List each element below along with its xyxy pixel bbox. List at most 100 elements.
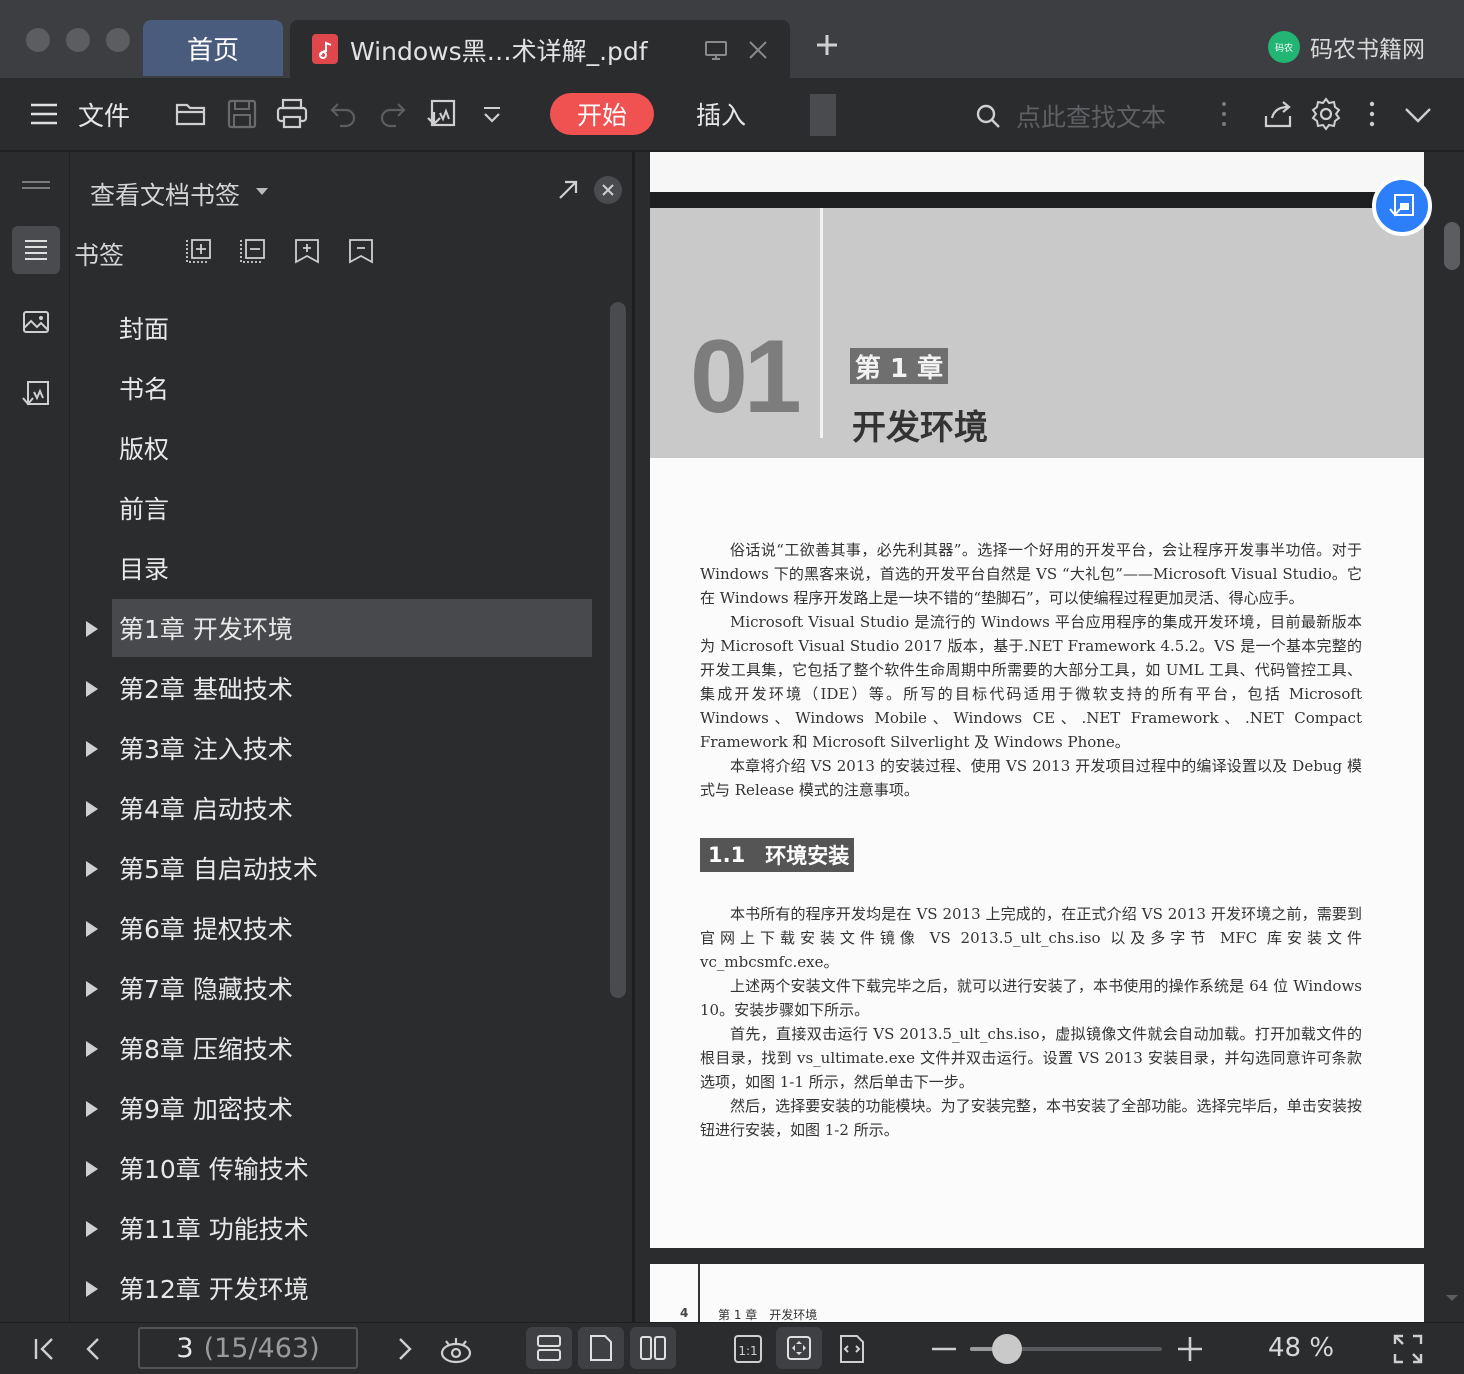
- bookmark-item[interactable]: 第12章 开发环境: [112, 1259, 592, 1317]
- redo-icon[interactable]: [374, 96, 410, 132]
- next-page-icon[interactable]: [386, 1331, 422, 1367]
- two-page-view-button[interactable]: [630, 1327, 676, 1369]
- main-toolbar: 文件 开始 插入 点此查找文本: [0, 78, 1464, 152]
- actual-size-icon[interactable]: 1:1: [730, 1331, 766, 1367]
- share-icon[interactable]: [1260, 96, 1296, 132]
- fullscreen-icon[interactable]: [1390, 1331, 1426, 1367]
- pdf-file-icon: [312, 34, 338, 64]
- bookmark-item[interactable]: 第10章 传输技术: [112, 1139, 592, 1197]
- expand-all-icon[interactable]: [184, 236, 214, 266]
- bookmark-item-label: 目录: [119, 555, 170, 584]
- save-icon[interactable]: [224, 96, 260, 132]
- close-tab-icon[interactable]: [746, 38, 770, 62]
- bookmark-item[interactable]: 目录: [112, 539, 592, 597]
- bookmark-item-label: 第11章 功能技术: [119, 1215, 309, 1244]
- single-page-view-button[interactable]: [578, 1327, 624, 1369]
- page-number-field[interactable]: 3 (15/463): [138, 1327, 358, 1369]
- export-icon[interactable]: [424, 96, 460, 132]
- bookmark-item[interactable]: 第11章 功能技术: [112, 1199, 592, 1257]
- bookmark-item[interactable]: 第9章 加密技术: [112, 1079, 592, 1137]
- bookmark-item[interactable]: 第4章 启动技术: [112, 779, 592, 837]
- chevron-down-icon[interactable]: [1400, 96, 1436, 132]
- continuous-view-button[interactable]: [526, 1327, 572, 1369]
- monitor-icon[interactable]: [704, 38, 728, 62]
- first-page-icon[interactable]: [26, 1331, 62, 1367]
- expand-arrow-icon[interactable]: [86, 1041, 98, 1057]
- scroll-down-arrow-icon[interactable]: [1444, 1292, 1460, 1304]
- close-panel-icon[interactable]: [594, 176, 622, 204]
- bookmark-item[interactable]: 第6章 提权技术: [112, 899, 592, 957]
- bookmark-item[interactable]: 第8章 压缩技术: [112, 1019, 592, 1077]
- expand-arrow-icon[interactable]: [86, 681, 98, 697]
- bookmark-item[interactable]: 第7章 隐藏技术: [112, 959, 592, 1017]
- expand-arrow-icon[interactable]: [86, 621, 98, 637]
- tab-document[interactable]: Windows黑…术详解_.pdf: [290, 20, 790, 78]
- bookmarks-list-icon[interactable]: [12, 226, 60, 274]
- export-pages-icon[interactable]: [12, 370, 60, 418]
- zoom-level[interactable]: 48 %: [1268, 1333, 1334, 1363]
- previous-page-icon[interactable]: [76, 1331, 112, 1367]
- fit-width-icon[interactable]: [834, 1331, 870, 1367]
- more-dropdown-icon[interactable]: [474, 96, 510, 132]
- popout-arrow-icon[interactable]: [556, 178, 580, 202]
- zoom-out-icon[interactable]: [926, 1331, 962, 1367]
- page-border: [650, 192, 1424, 208]
- window-minimize-button[interactable]: [66, 28, 90, 52]
- expand-arrow-icon[interactable]: [86, 861, 98, 877]
- panel-title-caret-icon[interactable]: [256, 188, 268, 195]
- tab-home[interactable]: 首页: [143, 20, 283, 76]
- expand-arrow-icon[interactable]: [86, 741, 98, 757]
- more-vertical-icon-2[interactable]: [1354, 96, 1390, 132]
- panel-title[interactable]: 查看文档书签: [90, 176, 240, 212]
- bookmark-item[interactable]: 版权: [112, 419, 592, 477]
- expand-arrow-icon[interactable]: [86, 801, 98, 817]
- remove-bookmark-icon[interactable]: [346, 236, 376, 266]
- expand-arrow-icon[interactable]: [86, 1221, 98, 1237]
- fit-page-button[interactable]: [776, 1327, 822, 1369]
- bookmark-item-selected[interactable]: 第1章 开发环境: [112, 599, 592, 657]
- expand-arrow-icon[interactable]: [86, 921, 98, 937]
- paragraph: Microsoft Visual Studio 是流行的 Windows 平台应…: [700, 613, 1362, 751]
- expand-arrow-icon[interactable]: [86, 981, 98, 997]
- bookmark-item[interactable]: 第5章 自启动技术: [112, 839, 592, 897]
- window-maximize-button[interactable]: [106, 28, 130, 52]
- expand-arrow-icon[interactable]: [86, 1281, 98, 1297]
- open-folder-icon[interactable]: [174, 96, 210, 132]
- bookmark-item[interactable]: 封面: [112, 299, 592, 357]
- add-bookmark-icon[interactable]: [292, 236, 322, 266]
- bookmark-item-label: 第1章 开发环境: [119, 615, 293, 644]
- search-box[interactable]: 点此查找文本: [974, 98, 1166, 134]
- thumbnails-image-icon[interactable]: [12, 298, 60, 346]
- tab-start[interactable]: 开始: [550, 93, 654, 135]
- tab-insert[interactable]: 插入: [696, 96, 746, 132]
- floating-convert-button[interactable]: [1372, 176, 1432, 236]
- menu-icon[interactable]: [26, 96, 62, 132]
- zoom-in-icon[interactable]: [1172, 1331, 1208, 1367]
- search-input[interactable]: 点此查找文本: [1016, 98, 1166, 134]
- document-scrollbar[interactable]: [1440, 152, 1464, 1322]
- eye-protect-icon[interactable]: [438, 1331, 474, 1367]
- new-tab-button[interactable]: [810, 28, 844, 62]
- bookmark-item[interactable]: 前言: [112, 479, 592, 537]
- collapse-all-icon[interactable]: [238, 236, 268, 266]
- bookmark-item[interactable]: 书名: [112, 359, 592, 417]
- collapse-rail-icon[interactable]: [12, 162, 60, 210]
- print-icon[interactable]: [274, 96, 310, 132]
- bookmark-item[interactable]: 第3章 注入技术: [112, 719, 592, 777]
- expand-arrow-icon[interactable]: [86, 1101, 98, 1117]
- document-scrollbar-thumb[interactable]: [1444, 222, 1460, 270]
- file-menu[interactable]: 文件: [78, 96, 130, 133]
- zoom-slider-knob[interactable]: [991, 1334, 1022, 1364]
- toolbar-scroll-right[interactable]: [810, 94, 836, 136]
- panel-scrollbar-thumb[interactable]: [610, 302, 626, 998]
- more-vertical-icon[interactable]: [1206, 96, 1242, 132]
- undo-icon[interactable]: [326, 96, 362, 132]
- settings-gear-icon[interactable]: [1308, 96, 1344, 132]
- expand-arrow-icon[interactable]: [86, 1161, 98, 1177]
- document-view[interactable]: 01 第 1 章 开发环境 俗话说“工欲善其事，必先利其器”。选择一个好用的开发…: [635, 152, 1440, 1322]
- left-rail: [0, 152, 70, 1322]
- bookmark-item[interactable]: 第2章 基础技术: [112, 659, 592, 717]
- bookmark-item-label: 第6章 提权技术: [119, 915, 293, 944]
- bookmark-item-label: 第10章 传输技术: [119, 1155, 309, 1184]
- window-close-button[interactable]: [26, 28, 50, 52]
